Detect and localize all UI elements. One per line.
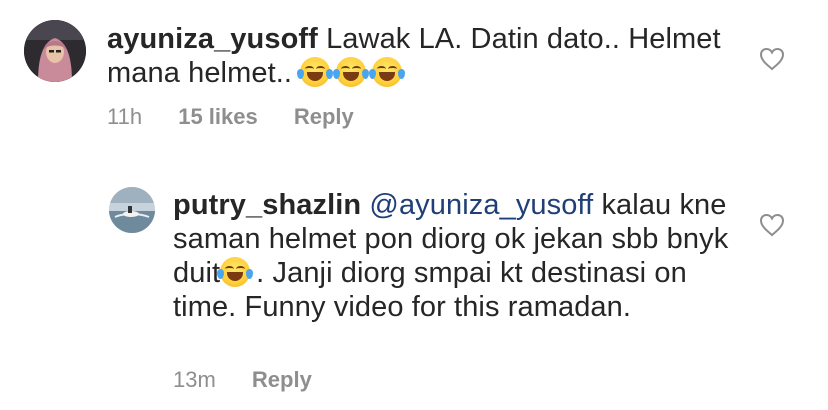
comment-text: ayuniza_yusoff Lawak LA. Datin dato.. He… [107,22,727,90]
avatar[interactable] [109,187,155,233]
comment-text: putry_shazlin @ayuniza_yusoff kalau kne … [173,188,733,324]
comment-meta: 13m Reply [173,367,342,393]
timestamp[interactable]: 11h [107,104,142,129]
comment-meta: 11h 15 likes Reply [107,104,384,130]
tears-of-joy-emoji-icon [369,57,406,87]
heart-icon[interactable] [759,47,785,71]
mention-link[interactable]: @ayuniza_yusoff [369,189,593,221]
username[interactable]: ayuniza_yusoff [107,23,318,55]
tears-of-joy-emoji-icon [217,257,254,287]
avatar[interactable] [24,20,86,82]
heart-icon[interactable] [759,213,785,237]
reply-comment: putry_shazlin @ayuniza_yusoff kalau kne … [0,170,828,410]
tears-of-joy-emoji-icon [297,57,334,87]
likes-count[interactable]: 15 likes [178,104,258,129]
reply-button[interactable]: Reply [252,367,312,392]
tears-of-joy-emoji-icon [333,57,370,87]
comment: ayuniza_yusoff Lawak LA. Datin dato.. He… [0,0,828,150]
username[interactable]: putry_shazlin [173,189,361,221]
reply-button[interactable]: Reply [294,104,354,129]
comment-body-continued: . Janji diorg smpai kt destinasi on time… [173,257,687,323]
timestamp[interactable]: 13m [173,367,216,392]
